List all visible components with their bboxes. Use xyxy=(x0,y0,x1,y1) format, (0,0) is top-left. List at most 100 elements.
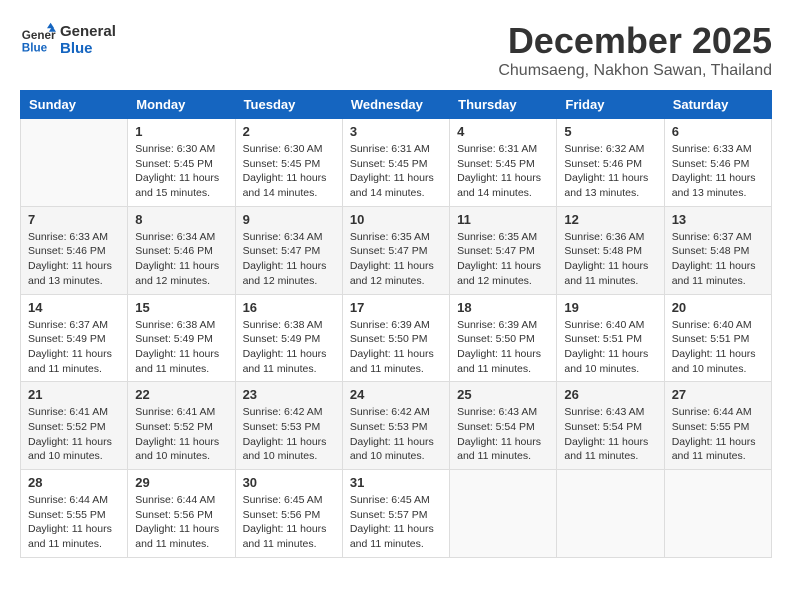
weekday-header-tuesday: Tuesday xyxy=(235,91,342,119)
day-info: Sunrise: 6:43 AMSunset: 5:54 PMDaylight:… xyxy=(564,405,656,464)
day-number: 25 xyxy=(457,387,549,402)
calendar-cell: 11Sunrise: 6:35 AMSunset: 5:47 PMDayligh… xyxy=(450,206,557,294)
svg-text:Blue: Blue xyxy=(22,41,48,54)
day-info: Sunrise: 6:38 AMSunset: 5:49 PMDaylight:… xyxy=(135,318,227,377)
day-info: Sunrise: 6:35 AMSunset: 5:47 PMDaylight:… xyxy=(350,230,442,289)
calendar-week-row: 21 Sunrise: 6:41 AMSunset: 5:52 PMDayligh… xyxy=(21,382,772,470)
day-info: Sunrise: 6:43 AMSunset: 5:54 PMDaylight:… xyxy=(457,405,549,464)
day-number: 5 xyxy=(564,124,656,139)
day-info: Sunrise: 6:42 AMSunset: 5:53 PMDaylight:… xyxy=(350,405,442,464)
day-number: 9 xyxy=(243,212,335,227)
day-info: Sunrise: 6:38 AMSunset: 5:49 PMDaylight:… xyxy=(243,318,335,377)
day-number: 18 xyxy=(457,300,549,315)
weekday-header-thursday: Thursday xyxy=(450,91,557,119)
calendar-cell: 3 Sunrise: 6:31 AMSunset: 5:45 PMDaylight… xyxy=(342,119,449,207)
day-info: Sunrise: 6:44 AMSunset: 5:56 PMDaylight:… xyxy=(135,493,227,552)
calendar-cell: 15 Sunrise: 6:38 AMSunset: 5:49 PMDayligh… xyxy=(128,294,235,382)
calendar-cell: 2 Sunrise: 6:30 AMSunset: 5:45 PMDaylight… xyxy=(235,119,342,207)
day-number: 30 xyxy=(243,475,335,490)
day-info: Sunrise: 6:36 AMSunset: 5:48 PMDaylight:… xyxy=(564,230,656,289)
calendar-cell: 27 Sunrise: 6:44 AMSunset: 5:55 PMDayligh… xyxy=(664,382,771,470)
day-info: Sunrise: 6:37 AMSunset: 5:49 PMDaylight:… xyxy=(28,318,120,377)
day-info: Sunrise: 6:31 AMSunset: 5:45 PMDaylight:… xyxy=(457,142,549,201)
day-number: 26 xyxy=(564,387,656,402)
calendar-cell: 16 Sunrise: 6:38 AMSunset: 5:49 PMDayligh… xyxy=(235,294,342,382)
day-info: Sunrise: 6:39 AMSunset: 5:50 PMDaylight:… xyxy=(350,318,442,377)
calendar-cell: 18 Sunrise: 6:39 AMSunset: 5:50 PMDayligh… xyxy=(450,294,557,382)
day-number: 17 xyxy=(350,300,442,315)
day-info: Sunrise: 6:39 AMSunset: 5:50 PMDaylight:… xyxy=(457,318,549,377)
day-number: 29 xyxy=(135,475,227,490)
day-info: Sunrise: 6:40 AMSunset: 5:51 PMDaylight:… xyxy=(672,318,764,377)
day-info: Sunrise: 6:40 AMSunset: 5:51 PMDaylight:… xyxy=(564,318,656,377)
logo-text-blue: Blue xyxy=(60,41,116,58)
day-number: 16 xyxy=(243,300,335,315)
title-area: December 2025 Chumsaeng, Nakhon Sawan, T… xyxy=(498,20,772,80)
logo: General Blue General Blue xyxy=(20,20,116,57)
calendar-table: SundayMondayTuesdayWednesdayThursdayFrid… xyxy=(20,90,772,558)
calendar-cell: 19 Sunrise: 6:40 AMSunset: 5:51 PMDayligh… xyxy=(557,294,664,382)
calendar-cell: 25 Sunrise: 6:43 AMSunset: 5:54 PMDayligh… xyxy=(450,382,557,470)
weekday-header-monday: Monday xyxy=(128,91,235,119)
calendar-cell: 21 Sunrise: 6:41 AMSunset: 5:52 PMDayligh… xyxy=(21,382,128,470)
day-number: 6 xyxy=(672,124,764,139)
calendar-cell: 1Sunrise: 6:30 AMSunset: 5:45 PMDaylight… xyxy=(128,119,235,207)
day-info: Sunrise: 6:33 AMSunset: 5:46 PMDaylight:… xyxy=(672,142,764,201)
day-info: Sunrise: 6:33 AMSunset: 5:46 PMDaylight:… xyxy=(28,230,120,289)
day-number: 19 xyxy=(564,300,656,315)
day-number: 28 xyxy=(28,475,120,490)
calendar-cell: 10 Sunrise: 6:35 AMSunset: 5:47 PMDayligh… xyxy=(342,206,449,294)
calendar-cell: 23 Sunrise: 6:42 AMSunset: 5:53 PMDayligh… xyxy=(235,382,342,470)
calendar-cell: 28 Sunrise: 6:44 AMSunset: 5:55 PMDayligh… xyxy=(21,470,128,558)
weekday-header-saturday: Saturday xyxy=(664,91,771,119)
calendar-cell: 9Sunrise: 6:34 AMSunset: 5:47 PMDaylight… xyxy=(235,206,342,294)
calendar-cell: 26 Sunrise: 6:43 AMSunset: 5:54 PMDayligh… xyxy=(557,382,664,470)
day-number: 22 xyxy=(135,387,227,402)
day-info: Sunrise: 6:41 AMSunset: 5:52 PMDaylight:… xyxy=(28,405,120,464)
day-number: 15 xyxy=(135,300,227,315)
day-info: Sunrise: 6:35 AMSunset: 5:47 PMDaylight:… xyxy=(457,230,549,289)
day-number: 1 xyxy=(135,124,227,139)
calendar-cell: 22Sunrise: 6:41 AMSunset: 5:52 PMDayligh… xyxy=(128,382,235,470)
calendar-cell xyxy=(21,119,128,207)
calendar-cell: 4Sunrise: 6:31 AMSunset: 5:45 PMDaylight… xyxy=(450,119,557,207)
weekday-header-sunday: Sunday xyxy=(21,91,128,119)
calendar-cell xyxy=(450,470,557,558)
day-number: 7 xyxy=(28,212,120,227)
day-number: 3 xyxy=(350,124,442,139)
day-info: Sunrise: 6:44 AMSunset: 5:55 PMDaylight:… xyxy=(672,405,764,464)
calendar-cell: 24 Sunrise: 6:42 AMSunset: 5:53 PMDayligh… xyxy=(342,382,449,470)
day-info: Sunrise: 6:30 AMSunset: 5:45 PMDaylight:… xyxy=(243,142,335,201)
day-info: Sunrise: 6:34 AMSunset: 5:46 PMDaylight:… xyxy=(135,230,227,289)
location-subtitle: Chumsaeng, Nakhon Sawan, Thailand xyxy=(498,62,772,80)
day-info: Sunrise: 6:44 AMSunset: 5:55 PMDaylight:… xyxy=(28,493,120,552)
day-number: 23 xyxy=(243,387,335,402)
day-info: Sunrise: 6:32 AMSunset: 5:46 PMDaylight:… xyxy=(564,142,656,201)
day-info: Sunrise: 6:42 AMSunset: 5:53 PMDaylight:… xyxy=(243,405,335,464)
calendar-cell: 12 Sunrise: 6:36 AMSunset: 5:48 PMDayligh… xyxy=(557,206,664,294)
weekday-header-friday: Friday xyxy=(557,91,664,119)
calendar-week-row: 28 Sunrise: 6:44 AMSunset: 5:55 PMDayligh… xyxy=(21,470,772,558)
month-title: December 2025 xyxy=(498,20,772,62)
day-number: 14 xyxy=(28,300,120,315)
calendar-cell xyxy=(664,470,771,558)
day-info: Sunrise: 6:31 AMSunset: 5:45 PMDaylight:… xyxy=(350,142,442,201)
day-number: 24 xyxy=(350,387,442,402)
day-number: 13 xyxy=(672,212,764,227)
day-number: 31 xyxy=(350,475,442,490)
day-number: 21 xyxy=(28,387,120,402)
calendar-cell: 31Sunrise: 6:45 AMSunset: 5:57 PMDayligh… xyxy=(342,470,449,558)
day-number: 12 xyxy=(564,212,656,227)
day-number: 20 xyxy=(672,300,764,315)
day-number: 8 xyxy=(135,212,227,227)
calendar-header-row: SundayMondayTuesdayWednesdayThursdayFrid… xyxy=(21,91,772,119)
logo-text-general: General xyxy=(60,24,116,41)
weekday-header-wednesday: Wednesday xyxy=(342,91,449,119)
day-number: 2 xyxy=(243,124,335,139)
calendar-cell: 14 Sunrise: 6:37 AMSunset: 5:49 PMDayligh… xyxy=(21,294,128,382)
day-number: 10 xyxy=(350,212,442,227)
day-info: Sunrise: 6:37 AMSunset: 5:48 PMDaylight:… xyxy=(672,230,764,289)
calendar-cell: 20 Sunrise: 6:40 AMSunset: 5:51 PMDayligh… xyxy=(664,294,771,382)
day-number: 27 xyxy=(672,387,764,402)
calendar-week-row: 7 Sunrise: 6:33 AMSunset: 5:46 PMDaylight… xyxy=(21,206,772,294)
